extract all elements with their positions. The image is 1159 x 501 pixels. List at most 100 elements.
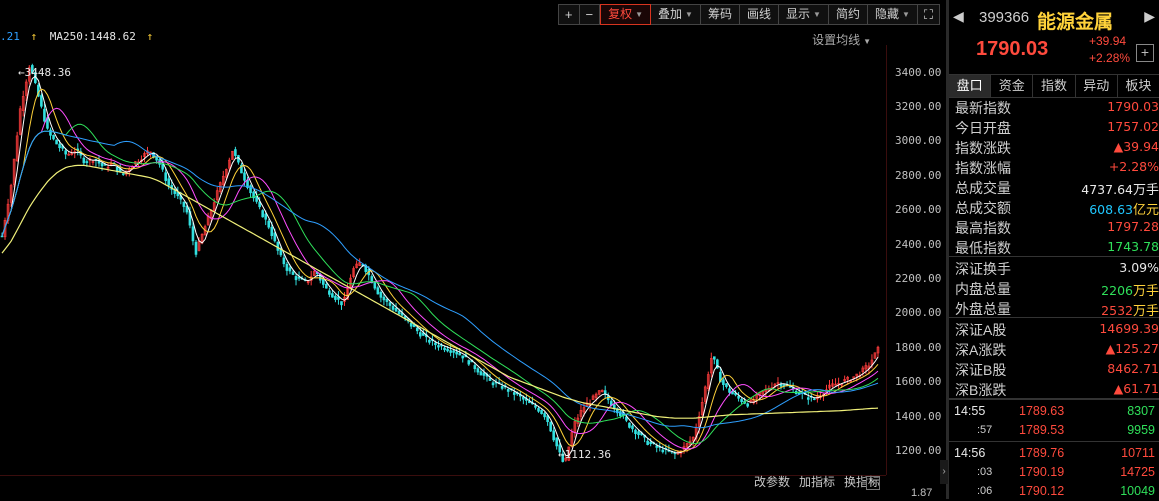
fullscreen-button-label: ⛶: [923, 7, 933, 22]
draw-line-button[interactable]: 画线: [739, 4, 779, 25]
candle-body: [261, 210, 264, 218]
kline-plot[interactable]: [0, 45, 886, 475]
kline-chart-area[interactable]: + − 复权 ▼ 叠加 ▼ 筹码 画线 显示 ▼ 简约 隐藏 ▼ ⛶ .21 ↑ MA250:1448.6…: [0, 0, 946, 499]
quote-number: 3.09%: [1119, 260, 1159, 275]
price-tick: 2000.00: [895, 306, 942, 320]
candle-body: [779, 384, 783, 387]
tick-volume: 14725: [1120, 465, 1155, 479]
zoom-in-button[interactable]: +: [557, 4, 580, 25]
price-tick: 1200.00: [895, 443, 942, 457]
candle-body: [64, 150, 67, 155]
quote-row: 最新指数 1790.03: [949, 97, 1159, 117]
candle-body: [455, 351, 458, 355]
chart-toolbar: + − 复权 ▼ 叠加 ▼ 筹码 画线 显示 ▼ 简约 隐藏 ▼ ⛶: [557, 4, 940, 25]
quote-row: 指数涨跌 ▲39.94: [949, 137, 1159, 157]
quote-value: 608.63亿元: [1089, 199, 1159, 218]
fullscreen-button[interactable]: ⛶: [917, 4, 940, 25]
price-tick: 3400.00: [895, 65, 942, 79]
candle-body: [331, 293, 334, 298]
price-tick: 2400.00: [895, 237, 942, 251]
tick-price: 1790.12: [1019, 484, 1065, 498]
next-stock-arrow-icon[interactable]: ▶: [1144, 8, 1155, 25]
quote-label: 深证A股: [955, 322, 1007, 338]
quote-value: 1743.78: [1107, 239, 1159, 254]
candle-body: [379, 292, 383, 298]
ma-up-arrow-icon: ↑: [30, 30, 38, 43]
candle-body: [661, 449, 665, 453]
tab-2[interactable]: 指数: [1033, 75, 1076, 97]
display-dropdown[interactable]: 显示 ▼: [779, 4, 829, 25]
candle-body: [328, 290, 331, 295]
ma60-line: [1, 130, 879, 429]
low-price-label: ←1112.36: [558, 448, 611, 461]
quote-row: 最高指数 1797.28: [949, 217, 1159, 237]
tick-price: 1789.63: [1019, 404, 1065, 418]
tab-3[interactable]: 异动: [1076, 75, 1118, 97]
high-price-value: 3448.36: [24, 66, 71, 79]
price-tick: 1800.00: [895, 340, 942, 354]
candle-body: [382, 296, 386, 301]
candle-body: [540, 410, 543, 414]
add-watchlist-icon[interactable]: +: [1136, 44, 1154, 62]
candle-body: [452, 350, 455, 353]
quote-number: 4737.64: [1081, 182, 1133, 197]
restore-rights-dropdown[interactable]: 复权 ▼: [600, 4, 652, 25]
candle-body: [391, 305, 395, 310]
quote-number: ▲39.94: [1113, 139, 1159, 154]
quote-label: 指数涨跌: [955, 140, 1011, 156]
tick-time: :57: [977, 424, 993, 436]
price-axis: 3400.00 3200.00 3000.00 2800.00 2600.00 2400.…: [886, 45, 947, 475]
candle-body: [555, 437, 558, 447]
collapse-arrow-icon[interactable]: ›: [940, 460, 948, 484]
quote-number: 14699.39: [1099, 321, 1159, 336]
candle-body: [0, 235, 4, 238]
hide-dropdown[interactable]: 隐藏 ▼: [867, 4, 918, 25]
ma250-value: MA250:1448.62: [49, 30, 136, 43]
indicator-tool-button[interactable]: 改参数: [754, 473, 790, 490]
quote-number: 2206: [1101, 283, 1133, 298]
quote-value: 1757.02: [1107, 119, 1159, 134]
candle-body: [458, 352, 462, 356]
quote-value: ▲125.27: [1106, 341, 1159, 356]
indicator-tool-button[interactable]: 加指标: [799, 473, 835, 490]
tick-volume: 9959: [1127, 423, 1155, 437]
candle-body: [806, 397, 810, 400]
candle-body: [415, 327, 419, 332]
quote-label: 今日开盘: [955, 120, 1011, 136]
quote-label: 总成交额: [955, 200, 1011, 216]
tick-row: 14:55 1789.63 8307: [949, 402, 1159, 421]
close-indicator-icon[interactable]: ×: [866, 476, 880, 490]
quote-number: 2532: [1101, 303, 1133, 318]
chips-button[interactable]: 筹码: [700, 4, 740, 25]
candle-body: [418, 332, 422, 337]
tab-4[interactable]: 板块: [1118, 75, 1159, 97]
chevron-down-icon: ▼: [685, 10, 693, 19]
zoom-out-button[interactable]: −: [579, 4, 601, 25]
tick-row: :57 1789.53 9959: [949, 421, 1159, 440]
candle-body: [40, 95, 43, 107]
quote-label: 指数涨幅: [955, 160, 1011, 176]
tab-1[interactable]: 资金: [991, 75, 1034, 97]
prev-stock-arrow-icon[interactable]: ◀: [953, 8, 964, 25]
quote-label: 最新指数: [955, 100, 1011, 116]
candle-body: [628, 422, 631, 428]
tab-0[interactable]: 盘口: [949, 75, 992, 97]
candle-body: [55, 139, 58, 145]
quote-number: 1790.03: [1107, 99, 1159, 114]
quote-value: ▲61.71: [1114, 381, 1159, 396]
simple-mode-button[interactable]: 简约: [828, 4, 868, 25]
restore-rights-dropdown-label: 复权: [608, 7, 633, 21]
candle-body: [340, 301, 343, 306]
quote-value: +2.28%: [1109, 159, 1159, 174]
quote-number: 608.63: [1089, 202, 1133, 217]
candle-body: [461, 355, 465, 359]
candle-body: [85, 161, 89, 164]
candle-body: [167, 178, 171, 186]
quote-number: +2.28%: [1108, 159, 1159, 174]
overlay-dropdown[interactable]: 叠加 ▼: [651, 4, 701, 25]
tick-divider: [949, 441, 1159, 442]
candle-body: [634, 429, 637, 435]
quote-label: 最低指数: [955, 240, 1011, 256]
zoom-in-button-label: +: [564, 7, 573, 22]
tick-row: 14:56 1789.76 10711: [949, 444, 1159, 463]
